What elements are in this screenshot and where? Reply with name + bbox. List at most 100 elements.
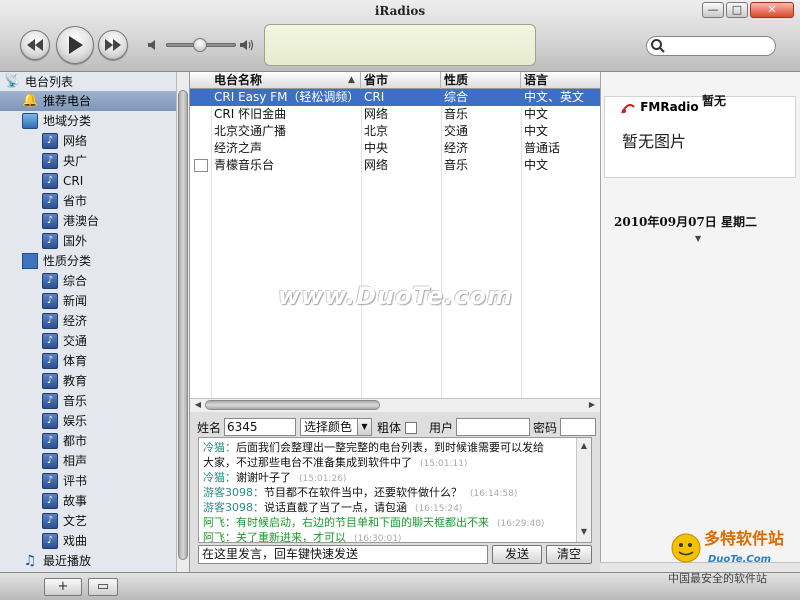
tree-item-region[interactable]: 地域分类 (22, 111, 91, 131)
next-button[interactable] (98, 30, 128, 60)
nature-item[interactable]: ♪ 综合 (42, 271, 87, 291)
table-row[interactable]: 青檬音乐台 网络 音乐 中文 (190, 157, 600, 174)
column-header-language[interactable]: 语言 (521, 72, 600, 89)
tree-item-recent[interactable]: ♫ 最近播放 (22, 551, 91, 571)
table-row[interactable]: 北京交通广播 北京 交通 中文 (190, 123, 600, 140)
music-folder-icon: ♪ (42, 353, 58, 369)
chat-log-scrollbar[interactable]: ▲ ▼ (576, 438, 591, 542)
chat-timestamp: (16:15:24) (415, 504, 463, 514)
nature-item[interactable]: ♪ 故事 (42, 491, 87, 511)
table-cell: 普通话 (524, 141, 561, 155)
table-row[interactable]: 经济之声 中央 经济 普通话 (190, 140, 600, 157)
password-input[interactable] (560, 418, 596, 436)
toggle-window-button[interactable]: ▭ (88, 578, 118, 596)
chat-text: 说话直截了当了一点，请包涵 (264, 501, 407, 514)
region-item[interactable]: ♪ 省市 (42, 191, 87, 211)
nature-item[interactable]: ♪ 体育 (42, 351, 87, 371)
table-row[interactable]: CRI Easy FM（轻松调频） CRI 综合 中文、英文 (190, 89, 600, 106)
nature-item-label: 综合 (63, 274, 88, 288)
tree-root[interactable]: 📡 电台列表 (4, 72, 176, 92)
scroll-left-icon[interactable]: ◀ (192, 399, 204, 411)
chevron-down-icon: ▼ (357, 419, 371, 435)
nature-item[interactable]: ♪ 评书 (42, 471, 87, 491)
music-folder-icon: ♪ (42, 173, 58, 189)
region-item[interactable]: ♪ 央广 (42, 151, 87, 171)
column-header-type[interactable]: 性质 (441, 72, 521, 89)
current-station-name: 暂无 (702, 94, 727, 108)
row-checkbox[interactable] (194, 159, 208, 172)
chat-timestamp: (15:01:11) (420, 459, 468, 469)
nature-item[interactable]: ♪ 文艺 (42, 511, 87, 531)
music-folder-icon: ♪ (42, 333, 58, 349)
nature-item[interactable]: ♪ 新闻 (42, 291, 87, 311)
rewind-icon (27, 39, 43, 51)
column-header-name[interactable]: 电台名称 (211, 72, 361, 89)
table-cell: CRI 怀旧金曲 (214, 107, 287, 121)
nature-item-label: 文艺 (63, 514, 88, 528)
table-cell: 音乐 (444, 107, 469, 121)
forward-icon (105, 39, 121, 51)
clear-button[interactable]: 清空 (546, 545, 592, 564)
scroll-down-icon[interactable]: ▼ (578, 526, 590, 538)
nature-item[interactable]: ♪ 娱乐 (42, 411, 87, 431)
region-item[interactable]: ♪ CRI (42, 171, 83, 191)
column-header-province[interactable]: 省市 (361, 72, 441, 89)
volume-slider-knob[interactable] (193, 38, 207, 52)
sidebar-scrollbar-thumb[interactable] (178, 90, 188, 560)
add-station-button[interactable]: + (44, 578, 82, 596)
tree-item-recommended[interactable]: 🔔 推荐电台 (0, 91, 176, 111)
table-cell: CRI (364, 90, 385, 104)
nature-item[interactable]: ♪ 交通 (42, 331, 87, 351)
nature-item[interactable]: ♪ 音乐 (42, 391, 87, 411)
region-item[interactable]: ♪ 港澳台 (42, 211, 99, 231)
name-input[interactable]: 6345 (224, 418, 296, 436)
nature-item[interactable]: ♪ 戏曲 (42, 531, 87, 551)
fm-radio-logo: FMRadio (620, 100, 699, 115)
message-input[interactable]: 在这里发言，回车键快速发送 (198, 545, 488, 564)
volume-high-icon (240, 39, 254, 51)
region-item[interactable]: ♪ 网络 (42, 131, 87, 151)
nature-item[interactable]: ♪ 教育 (42, 371, 87, 391)
close-button[interactable]: ✕ (750, 2, 794, 18)
nature-item-label: 交通 (63, 334, 88, 348)
scroll-right-icon[interactable]: ▶ (586, 399, 598, 411)
chat-text: 关了重新进来，才可以 (236, 531, 346, 543)
table-cell: 网络 (364, 158, 389, 172)
nature-item[interactable]: ♪ 经济 (42, 311, 87, 331)
color-select[interactable]: 选择颜色 ▼ (300, 418, 372, 436)
region-item-label: CRI (63, 174, 84, 188)
bold-label: 粗体 (377, 421, 402, 435)
nature-item-label: 经济 (63, 314, 88, 328)
sort-ascending-icon: ▲ (348, 75, 355, 85)
previous-button[interactable] (20, 30, 50, 60)
nature-item-label: 体育 (63, 354, 88, 368)
chat-text: 节目都不在软件当中，还要软件做什么？ (264, 486, 462, 499)
scroll-up-icon[interactable]: ▲ (578, 440, 590, 452)
region-item[interactable]: ♪ 国外 (42, 231, 87, 251)
region-item-label: 省市 (63, 194, 88, 208)
nature-item[interactable]: ♪ 都市 (42, 431, 87, 451)
chevron-down-icon[interactable]: ▼ (695, 234, 701, 243)
table-cell: 中央 (364, 141, 389, 155)
tree-item-nature[interactable]: 性质分类 (22, 251, 91, 271)
nature-item-label: 音乐 (63, 394, 88, 408)
user-input[interactable] (456, 418, 530, 436)
music-folder-icon: ♪ (42, 373, 58, 389)
bold-checkbox[interactable] (405, 422, 417, 434)
corner-logo-line3: 中国最安全的软件站 (668, 571, 767, 585)
table-scrollbar-thumb[interactable] (205, 400, 380, 410)
table-row[interactable]: CRI 怀旧金曲 网络 音乐 中文 (190, 106, 600, 123)
play-button[interactable] (56, 26, 94, 64)
table-cell: 经济 (444, 141, 469, 155)
minimize-button[interactable]: — (702, 2, 724, 18)
user-label: 用户 (429, 421, 454, 435)
antenna-icon: 📡 (4, 74, 21, 89)
maximize-button[interactable]: □ (726, 2, 748, 18)
chat-timestamp: (16:30:01) (354, 534, 402, 543)
password-label: 密码 (533, 421, 558, 435)
chat-log: 冷猫：后面我们会整理出一整完整的电台列表，到时候谁需要可以发给 大家，不过那些电台… (198, 437, 592, 543)
name-label: 姓名 (197, 421, 222, 435)
send-button[interactable]: 发送 (492, 545, 542, 564)
music-folder-icon: ♪ (42, 153, 58, 169)
nature-item[interactable]: ♪ 相声 (42, 451, 87, 471)
